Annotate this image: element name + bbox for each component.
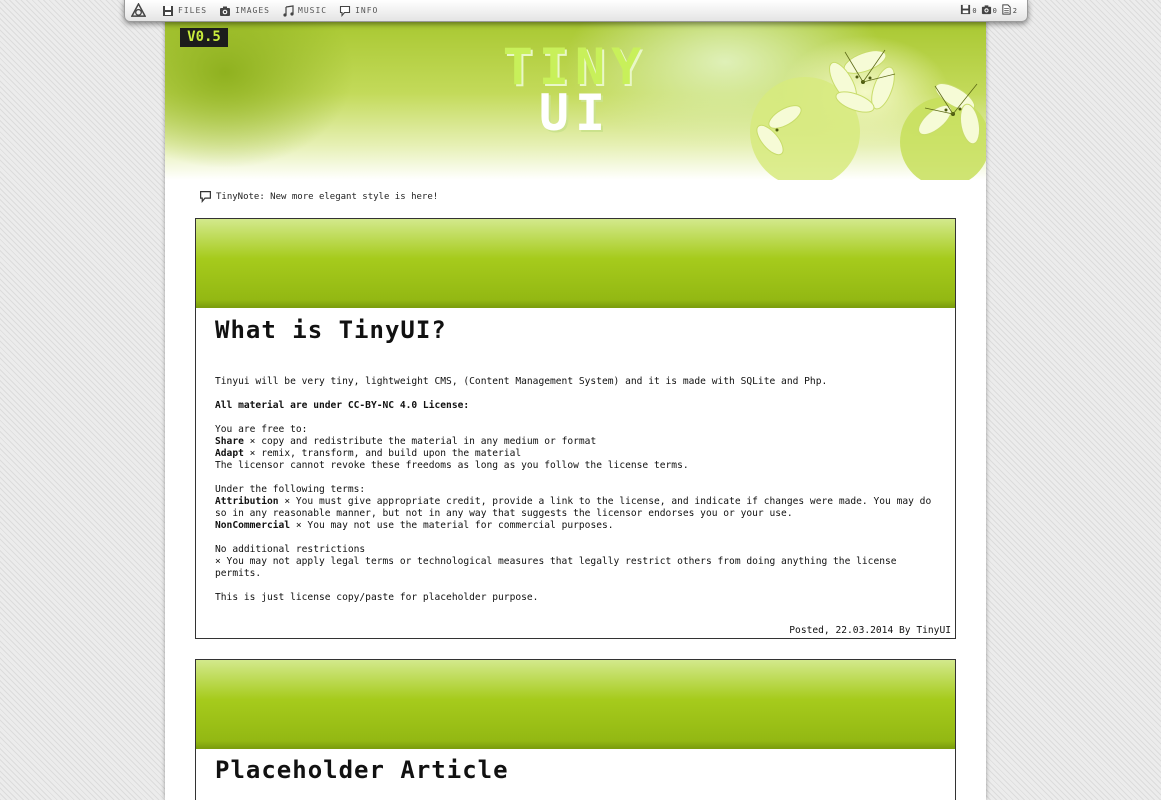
license-heading: All material are under CC-BY-NC 4.0 Lice… <box>215 400 470 411</box>
nav-info[interactable]: Info <box>339 5 378 17</box>
article-title: What is TinyUI? <box>215 316 447 344</box>
stat-images-count: 0 <box>992 7 997 15</box>
tiny-note: TinyNote: New more elegant style is here… <box>199 190 438 203</box>
revoke-text: The licensor cannot revoke these freedom… <box>215 460 689 471</box>
top-toolbar: Files Images Music Info <box>124 0 1028 22</box>
stat-images: 0 <box>981 4 997 15</box>
camera-icon <box>220 6 231 16</box>
stat-files-count: 0 <box>972 7 977 15</box>
share-text: × copy and redistribute the material in … <box>249 436 597 447</box>
attribution-label: Attribution <box>215 496 279 507</box>
header-banner: V0.5 TINY UI <box>165 22 986 180</box>
floppy-icon <box>961 4 971 15</box>
music-icon <box>283 4 294 17</box>
restrictions-text: × You may not apply legal terms or techn… <box>215 556 897 579</box>
article-header-band <box>196 219 955 308</box>
article-header-band <box>196 660 955 749</box>
nav-music-label: Music <box>298 6 328 15</box>
nav-images-label: Images <box>235 6 270 15</box>
nav-music[interactable]: Music <box>282 4 328 17</box>
nav-files-label: Files <box>178 6 208 15</box>
nav-images[interactable]: Images <box>219 5 270 17</box>
speech-bubble-icon <box>340 5 351 17</box>
noncommercial-label: NonCommercial <box>215 520 291 531</box>
page-container: V0.5 TINY UI TinyNote: New more elegant … <box>165 0 986 800</box>
camera-icon <box>981 5 991 15</box>
tinyui-logo-icon[interactable] <box>131 3 146 18</box>
terms-heading: Under the following terms: <box>215 484 366 495</box>
article-title: Placeholder Article <box>215 756 509 784</box>
nav-files[interactable]: Files <box>162 5 207 17</box>
stat-documents-count: 2 <box>1012 7 1017 15</box>
speech-bubble-icon <box>200 191 211 203</box>
article-body: Tinyui will be very tiny, lightweight CM… <box>215 376 935 616</box>
attribution-text: × You must give appropriate credit, prov… <box>215 496 932 519</box>
stat-files: 0 <box>960 4 977 15</box>
article-card: What is TinyUI? Tinyui will be very tiny… <box>195 218 956 639</box>
document-icon <box>1002 4 1011 15</box>
tiny-note-text: TinyNote: New more elegant style is here… <box>216 191 439 202</box>
restrictions-heading: No additional restrictions <box>215 544 366 555</box>
nav-info-label: Info <box>355 6 379 15</box>
version-badge: V0.5 <box>180 28 228 47</box>
share-label: Share <box>215 436 244 447</box>
adapt-text: × remix, transform, and build upon the m… <box>249 448 522 459</box>
post-meta: Posted, 22.03.2014 By TinyUI <box>789 625 951 636</box>
site-logo[interactable]: TINY UI <box>495 42 655 142</box>
placeholder-note: This is just license copy/paste for plac… <box>215 592 539 603</box>
noncommercial-text: × You may not use the material for comme… <box>295 520 614 531</box>
logo-line-2: UI <box>538 84 612 142</box>
article-card: Placeholder Article <box>195 659 956 800</box>
free-to-label: You are free to: <box>215 424 308 435</box>
stat-documents: 2 <box>1001 4 1017 15</box>
article-intro: Tinyui will be very tiny, lightweight CM… <box>215 376 828 387</box>
adapt-label: Adapt <box>215 448 244 459</box>
floppy-icon <box>163 5 173 16</box>
